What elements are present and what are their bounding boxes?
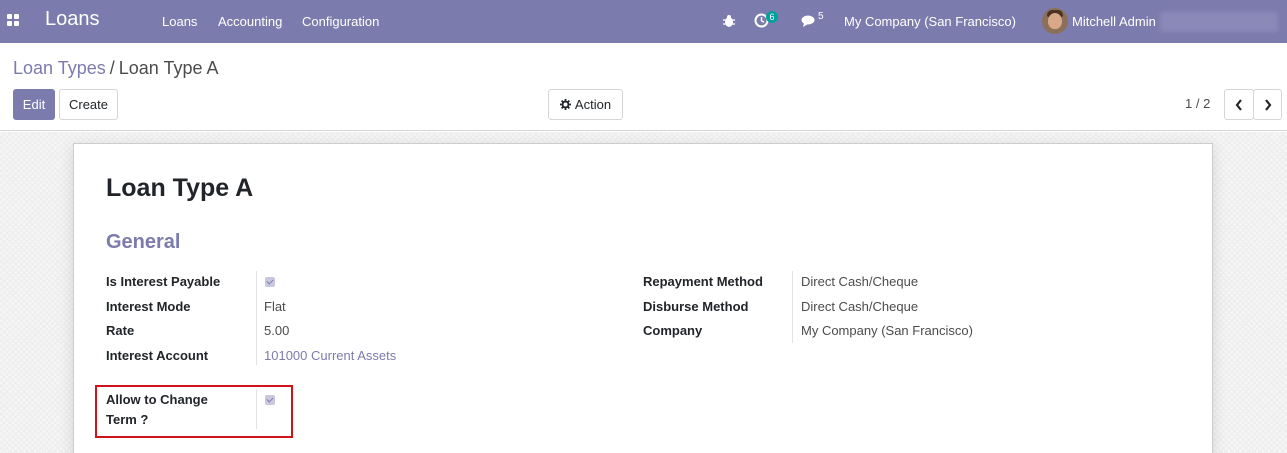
- label-interest-account: Interest Account: [106, 348, 209, 363]
- top-navbar: Loans Loans Accounting Configuration 6 5…: [0, 0, 1287, 43]
- chat-icon[interactable]: [801, 14, 817, 28]
- interest-account-link[interactable]: 101000 Current Assets: [264, 348, 396, 363]
- create-button[interactable]: Create: [59, 89, 118, 120]
- bug-icon[interactable]: [722, 14, 736, 28]
- label-rate: Rate: [106, 323, 135, 338]
- next-record-button[interactable]: [1253, 89, 1282, 120]
- interest-mode-value: Flat: [264, 299, 286, 314]
- company-switcher[interactable]: My Company (San Francisco): [844, 14, 1016, 29]
- chevron-left-icon: [1235, 98, 1242, 111]
- is-interest-payable-checkbox[interactable]: [265, 277, 275, 287]
- menu-configuration[interactable]: Configuration: [302, 14, 379, 29]
- edit-button[interactable]: Edit: [13, 89, 55, 120]
- breadcrumb: Loan Types / Loan Type A: [13, 58, 219, 79]
- label-disburse-method: Disburse Method: [643, 299, 749, 314]
- label-interest-mode: Interest Mode: [106, 299, 191, 314]
- record-title: Loan Type A: [106, 174, 254, 202]
- form-sheet: Loan Type A General Is Interest Payable …: [73, 143, 1213, 453]
- menu-accounting[interactable]: Accounting: [218, 14, 282, 29]
- activity-count-badge: 6: [766, 11, 778, 23]
- left-group-divider: [256, 271, 257, 365]
- breadcrumb-separator: /: [109, 58, 115, 78]
- repayment-method-value: Direct Cash/Cheque: [801, 274, 919, 289]
- label-repayment-method: Repayment Method: [643, 274, 763, 289]
- control-panel: Loan Types / Loan Type A Edit Create Actio…: [0, 43, 1287, 131]
- highlight-box: [95, 385, 293, 438]
- breadcrumb-loan-types[interactable]: Loan Types: [13, 58, 106, 78]
- label-company: Company: [643, 323, 703, 338]
- apps-grid-icon[interactable]: [7, 14, 20, 27]
- previous-record-button[interactable]: [1224, 89, 1254, 120]
- menu-loans[interactable]: Loans: [162, 14, 197, 29]
- company-value: My Company (San Francisco): [801, 323, 973, 338]
- action-label: Action: [574, 97, 612, 112]
- blurred-area: [1160, 12, 1278, 32]
- right-group-divider: [792, 271, 793, 343]
- section-general: General: [106, 231, 181, 253]
- rate-value: 5.00: [264, 323, 290, 338]
- action-button[interactable]: Action: [548, 89, 623, 120]
- gear-icon: [559, 99, 571, 110]
- user-menu[interactable]: Mitchell Admin: [1072, 14, 1156, 29]
- pager-value[interactable]: 1 / 2: [1185, 96, 1210, 111]
- message-count: 5: [818, 11, 824, 22]
- app-title: Loans: [45, 8, 100, 30]
- breadcrumb-current: Loan Type A: [118, 58, 219, 78]
- chevron-right-icon: [1264, 98, 1271, 111]
- disburse-method-value: Direct Cash/Cheque: [801, 299, 919, 314]
- user-avatar[interactable]: [1042, 8, 1068, 34]
- form-background: Loan Type A General Is Interest Payable …: [0, 132, 1287, 453]
- label-is-interest-payable: Is Interest Payable: [106, 274, 221, 289]
